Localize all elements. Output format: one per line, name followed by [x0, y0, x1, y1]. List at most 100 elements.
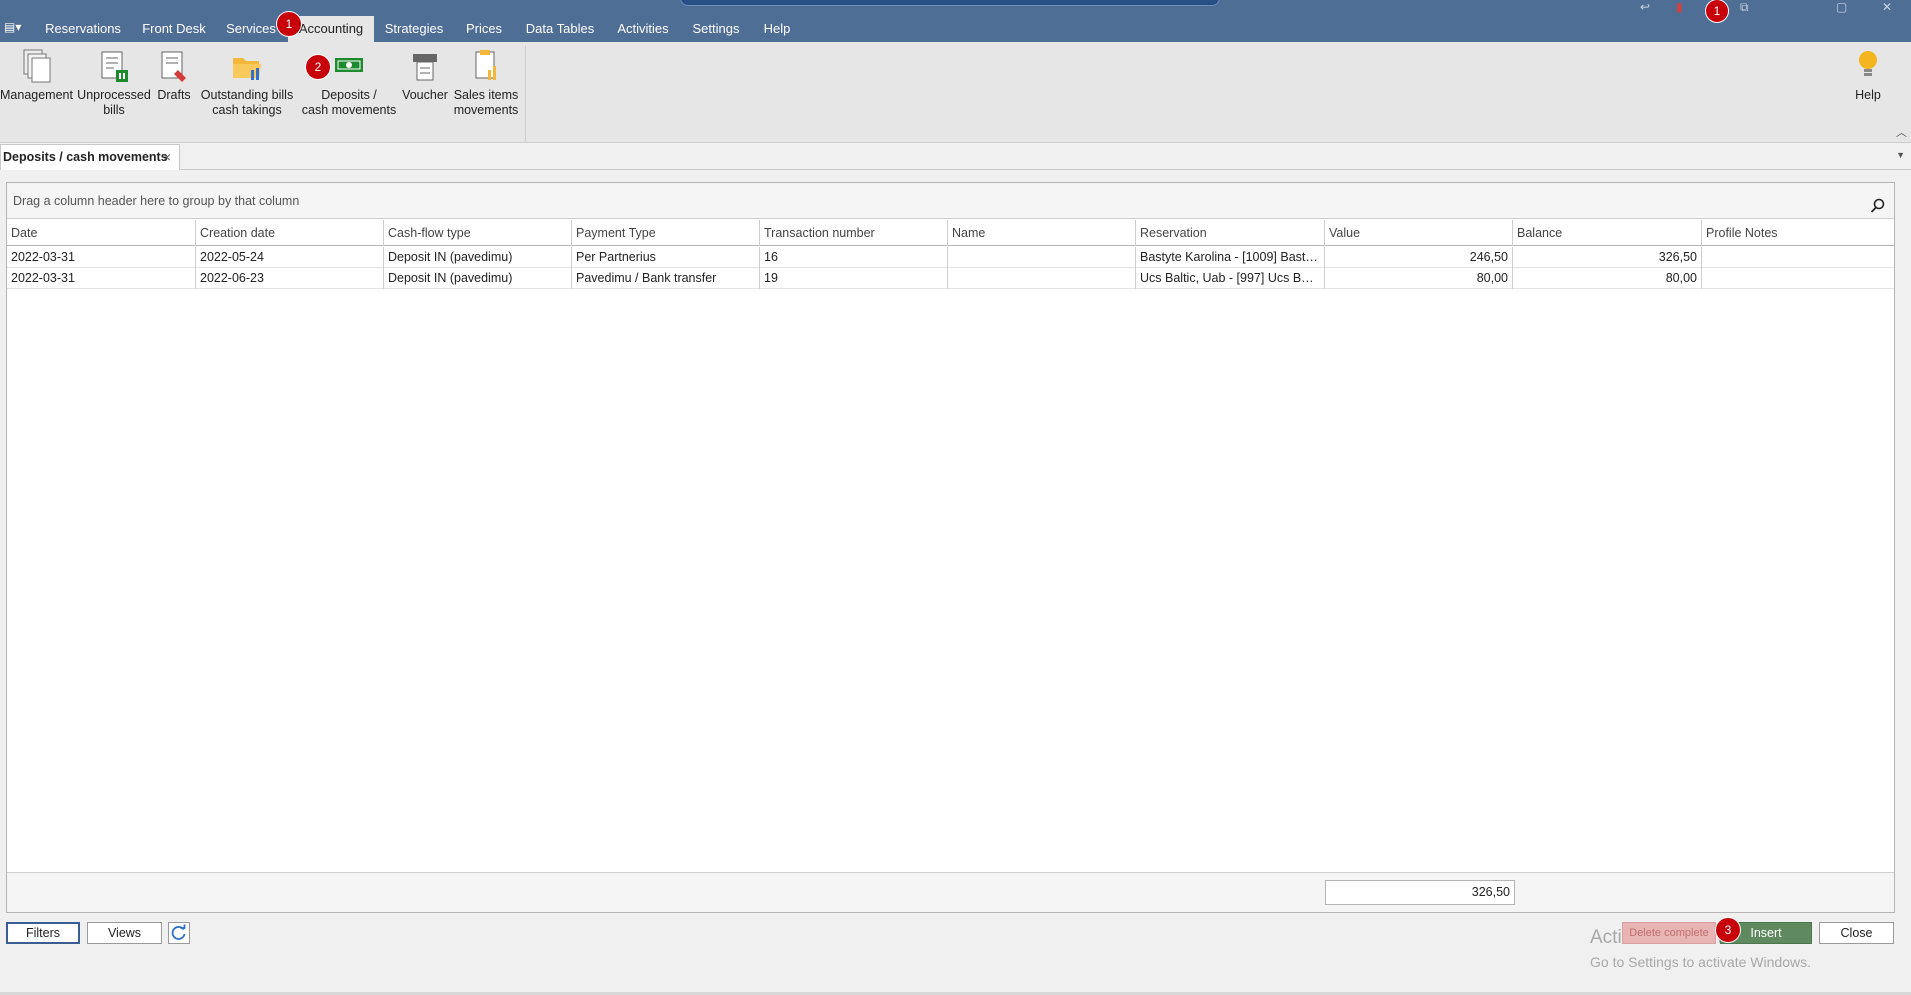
column-header-row: Date Creation date Cash-flow type Paymen… [7, 220, 1894, 246]
refresh-button[interactable] [168, 922, 190, 944]
column-header-value[interactable]: Value [1325, 220, 1513, 246]
cell-date: 2022-03-31 [7, 268, 196, 289]
notification-icon[interactable]: ▮ [1676, 0, 1683, 14]
activation-watermark-subtitle: Go to Settings to activate Windows. [1590, 954, 1811, 970]
help-label: Help [1855, 88, 1881, 102]
deposits-grid: Drag a column header here to group by th… [6, 182, 1895, 913]
cell-payment-type: Per Partnerius [572, 247, 760, 268]
column-header-balance[interactable]: Balance [1513, 220, 1702, 246]
refresh-icon [171, 924, 186, 940]
cell-creation-date: 2022-06-23 [196, 268, 384, 289]
drafts-button[interactable]: Drafts [154, 48, 194, 103]
ribbon-separator [525, 46, 526, 142]
cell-creation-date: 2022-05-24 [196, 247, 384, 268]
column-header-reservation[interactable]: Reservation [1136, 220, 1325, 246]
group-by-hint: Drag a column header here to group by th… [13, 194, 300, 208]
cell-reservation: Bastyte Karolina - [1009] Basty... [1136, 247, 1325, 268]
management-icon [20, 48, 52, 84]
column-header-cash-flow-type[interactable]: Cash-flow type [384, 220, 572, 246]
sales-items-icon [470, 48, 502, 84]
tab-prices[interactable]: Prices [460, 16, 508, 42]
cash-icon [331, 48, 367, 84]
search-icon[interactable] [1870, 192, 1886, 213]
group-by-panel[interactable]: Drag a column header here to group by th… [7, 183, 1894, 219]
voucher-button[interactable]: Voucher [400, 48, 450, 103]
window-title-bar [680, 0, 1220, 6]
deposits-label-1: Deposits / [321, 88, 377, 102]
column-header-payment-type[interactable]: Payment Type [572, 220, 760, 246]
ribbon: Management Unprocessed bills Drafts Outs… [0, 42, 1911, 143]
tab-front-desk[interactable]: Front Desk [138, 16, 210, 42]
cell-transaction-number: 16 [760, 247, 948, 268]
outstanding-bills-label-1: Outstanding bills [200, 88, 294, 102]
folder-icon [231, 48, 263, 84]
cell-balance: 80,00 [1513, 268, 1702, 289]
drafts-label: Drafts [157, 88, 191, 102]
tab-activities[interactable]: Activities [612, 16, 674, 42]
cell-value: 80,00 [1325, 268, 1513, 289]
deposits-label-2: cash movements [301, 103, 397, 117]
cell-cash-flow-type: Deposit IN (pavedimu) [384, 268, 572, 289]
management-button[interactable]: Management [0, 48, 73, 103]
tab-help[interactable]: Help [758, 16, 796, 42]
views-button[interactable]: Views [87, 922, 162, 944]
outstanding-bills-label-2: cash takings [212, 103, 282, 117]
close-button[interactable]: Close [1819, 922, 1894, 944]
unprocessed-bills-label-1: Unprocessed [77, 88, 151, 102]
outstanding-bills-button[interactable]: Outstanding bills cash takings [196, 48, 298, 118]
column-header-name[interactable]: Name [948, 220, 1136, 246]
unprocessed-bills-label-2: bills [103, 103, 125, 117]
grid-summary-footer: 326,50 [7, 872, 1894, 912]
filters-button[interactable]: Filters [6, 922, 80, 944]
toolbar-arrow-icon[interactable]: ↩ [1640, 0, 1650, 14]
unprocessed-bills-icon [98, 48, 130, 84]
close-tab-icon[interactable]: × [163, 145, 171, 169]
document-tab-label: Deposits / cash movements [3, 150, 168, 164]
tab-reservations[interactable]: Reservations [42, 16, 124, 42]
lightbulb-icon [1856, 48, 1880, 84]
notification-badge: 1 [1706, 0, 1728, 22]
document-tab-strip: Deposits / cash movements × ▼ [0, 144, 1911, 170]
document-tab-deposits[interactable]: Deposits / cash movements × [0, 144, 180, 170]
cell-name [948, 247, 1136, 268]
tab-services[interactable]: Services [222, 16, 280, 42]
cell-transaction-number: 19 [760, 268, 948, 289]
cell-cash-flow-type: Deposit IN (pavedimu) [384, 247, 572, 268]
value-total: 326,50 [1325, 880, 1515, 905]
column-header-transaction-number[interactable]: Transaction number [760, 220, 948, 246]
help-button[interactable]: Help [1850, 48, 1886, 103]
voucher-icon [409, 48, 441, 84]
cell-reservation: Ucs Baltic, Uab - [997] Ucs Bal... [1136, 268, 1325, 289]
column-header-profile-notes[interactable]: Profile Notes [1702, 220, 1894, 246]
drafts-icon [158, 48, 190, 84]
app-menu-icon[interactable]: ▤▾ [4, 20, 22, 36]
sales-items-label-1: Sales items [453, 88, 519, 102]
maximize-icon[interactable]: ▢ [1836, 0, 1847, 14]
sales-items-label-2: movements [453, 103, 519, 117]
cell-profile-notes [1702, 247, 1894, 268]
cell-profile-notes [1702, 268, 1894, 289]
step-badge-3: 3 [1716, 918, 1740, 942]
delete-complete-button[interactable]: Delete complete [1622, 922, 1716, 944]
table-row[interactable]: 2022-03-31 2022-05-24 Deposit IN (pavedi… [7, 247, 1894, 268]
restore-icon[interactable]: ⧉ [1740, 0, 1749, 15]
tab-data-tables[interactable]: Data Tables [522, 16, 598, 42]
step-badge-2: 2 [306, 55, 330, 79]
tab-accounting[interactable]: Accounting [288, 16, 374, 42]
cell-payment-type: Pavedimu / Bank transfer [572, 268, 760, 289]
cell-balance: 326,50 [1513, 247, 1702, 268]
unprocessed-bills-button[interactable]: Unprocessed bills [76, 48, 152, 118]
tab-dropdown-icon[interactable]: ▼ [1896, 150, 1905, 160]
voucher-label: Voucher [402, 88, 448, 102]
tab-strategies[interactable]: Strategies [382, 16, 446, 42]
column-header-date[interactable]: Date [7, 220, 196, 246]
sales-items-movements-button[interactable]: Sales items movements [452, 48, 520, 118]
step-badge-1: 1 [277, 12, 301, 36]
cell-name [948, 268, 1136, 289]
table-row[interactable]: 2022-03-31 2022-06-23 Deposit IN (pavedi… [7, 268, 1894, 289]
ribbon-collapse-icon[interactable]: ︿ [1896, 124, 1907, 140]
column-header-creation-date[interactable]: Creation date [196, 220, 384, 246]
cell-date: 2022-03-31 [7, 247, 196, 268]
tab-settings[interactable]: Settings [688, 16, 744, 42]
close-window-icon[interactable]: ✕ [1882, 0, 1892, 14]
